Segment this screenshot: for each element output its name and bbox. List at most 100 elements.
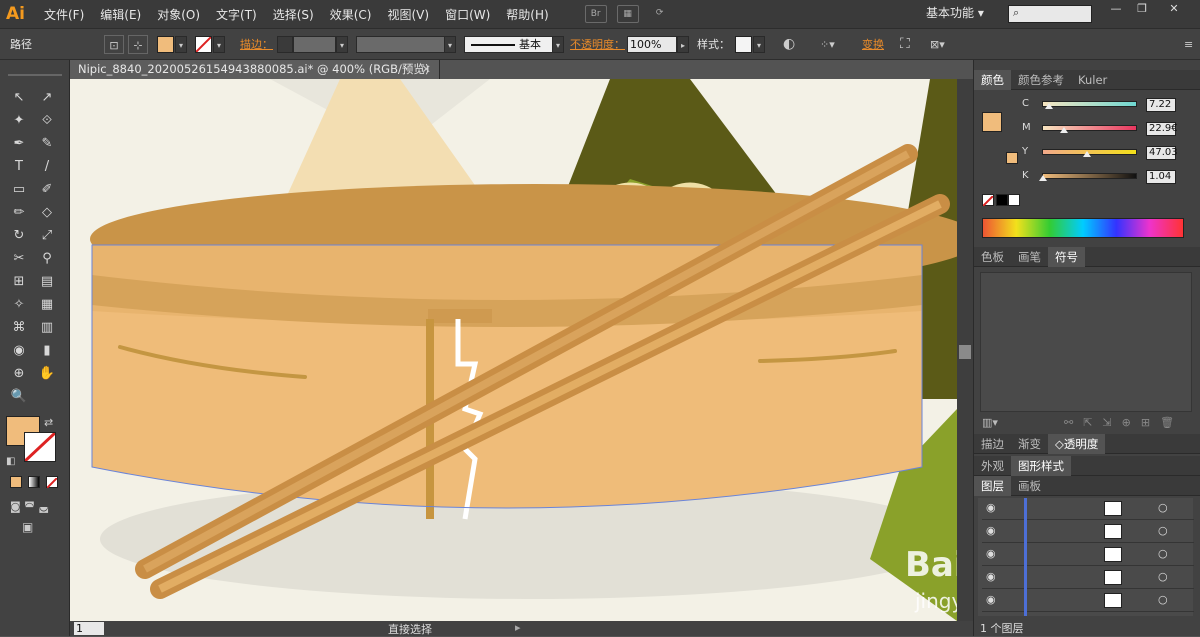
none-swatch[interactable] bbox=[982, 194, 994, 207]
tool-button[interactable]: T bbox=[8, 157, 30, 177]
transform-link[interactable]: 变换 bbox=[862, 35, 884, 54]
channel-thumb[interactable] bbox=[1038, 175, 1047, 181]
fill-dropdown-icon[interactable]: ▾ bbox=[175, 36, 187, 53]
menu-effect[interactable]: 效果(C) bbox=[322, 6, 380, 23]
eye-icon[interactable]: ◉ bbox=[986, 501, 996, 514]
menu-file[interactable]: 文件(F) bbox=[36, 6, 92, 23]
channel-value-input[interactable]: 47.03 bbox=[1146, 146, 1178, 160]
menu-type[interactable]: 文字(T) bbox=[208, 6, 265, 23]
symbol-actions-icons[interactable]: ⚯⇱⇲⊕⊞🗑 bbox=[1064, 416, 1184, 429]
brush-dropdown-icon[interactable]: ▾ bbox=[552, 36, 564, 53]
tab-symbols[interactable]: 符号 bbox=[1048, 246, 1085, 267]
tool-button[interactable]: ⤢ bbox=[36, 226, 58, 246]
stroke-dropdown-icon[interactable]: ▾ bbox=[213, 36, 225, 53]
tool-button[interactable]: ✋ bbox=[36, 364, 58, 384]
tab-artboards[interactable]: 画板 bbox=[1011, 476, 1048, 496]
channel-value-input[interactable]: 1.04 bbox=[1146, 170, 1176, 184]
tab-gradient[interactable]: 渐变 bbox=[1011, 434, 1048, 454]
tool-button[interactable]: ▦ bbox=[36, 295, 58, 315]
app-logo[interactable]: Ai bbox=[6, 2, 36, 26]
opacity-link[interactable]: 不透明度： bbox=[570, 35, 625, 54]
workspace-switcher[interactable]: 基本功能 ▾ bbox=[926, 4, 984, 21]
recolor-icon[interactable]: ◐ bbox=[783, 35, 795, 54]
eye-icon[interactable]: ◉ bbox=[986, 570, 996, 583]
tab-stroke[interactable]: 描边 bbox=[974, 434, 1011, 454]
default-colors-icon[interactable]: ◧ bbox=[6, 456, 15, 467]
color-mode-icon[interactable] bbox=[10, 476, 22, 488]
tab-transparency[interactable]: ◇透明度 bbox=[1048, 433, 1106, 454]
vertical-scrollbar[interactable] bbox=[957, 79, 973, 621]
eye-icon[interactable]: ◉ bbox=[986, 593, 996, 606]
symbols-library-icon[interactable]: ▥▾ bbox=[982, 416, 998, 429]
eye-icon[interactable]: ◉ bbox=[986, 524, 996, 537]
tool-button[interactable]: ▮ bbox=[36, 341, 58, 361]
panel-menu-icon[interactable]: ≡ bbox=[1184, 35, 1193, 54]
target-icon[interactable]: ○ bbox=[1158, 547, 1168, 560]
tab-kuler[interactable]: Kuler bbox=[1071, 70, 1114, 90]
menu-window[interactable]: 窗口(W) bbox=[437, 6, 498, 23]
eye-icon[interactable]: ◉ bbox=[986, 547, 996, 560]
tab-brushes[interactable]: 画笔 bbox=[1011, 247, 1048, 267]
fill-swatch[interactable] bbox=[157, 36, 174, 53]
isolate-icon[interactable]: ⊡ bbox=[104, 35, 124, 54]
layer-row[interactable]: ◉ ○ bbox=[982, 590, 1194, 612]
menu-object[interactable]: 对象(O) bbox=[149, 6, 208, 23]
tool-button[interactable]: ⌘ bbox=[8, 318, 30, 338]
gradient-mode-icon[interactable] bbox=[28, 476, 40, 488]
search-input[interactable]: ⌕ bbox=[1008, 5, 1092, 23]
tool-button[interactable]: ▤ bbox=[36, 272, 58, 292]
tool-button[interactable]: ✏ bbox=[8, 203, 30, 223]
restore-button[interactable]: ❐ bbox=[1132, 2, 1152, 16]
variable-width-profile[interactable] bbox=[356, 36, 456, 53]
tool-button[interactable]: ◉ bbox=[8, 341, 30, 361]
tab-graphic-styles[interactable]: 图形样式 bbox=[1011, 455, 1071, 476]
menu-view[interactable]: 视图(V) bbox=[379, 6, 437, 23]
tool-button[interactable]: ✐ bbox=[36, 180, 58, 200]
tool-button[interactable]: 🔍 bbox=[8, 387, 30, 407]
tool-button[interactable]: ▭ bbox=[8, 180, 30, 200]
symbols-list[interactable] bbox=[980, 272, 1192, 412]
tool-button[interactable]: ⊕ bbox=[8, 364, 30, 384]
graphic-style-swatch[interactable] bbox=[735, 36, 752, 53]
layer-row[interactable]: ◉ ○ bbox=[982, 544, 1194, 566]
layer-row[interactable]: ◉ ○ bbox=[982, 498, 1194, 520]
tool-button[interactable]: ✒ bbox=[8, 134, 30, 154]
channel-thumb[interactable] bbox=[1059, 127, 1068, 133]
crop-icon[interactable]: ⛶ bbox=[900, 35, 910, 54]
tool-button[interactable]: ✎ bbox=[36, 134, 58, 154]
close-window-button[interactable]: ✕ bbox=[1164, 2, 1184, 16]
stroke-weight-stepper[interactable] bbox=[277, 36, 293, 53]
sync-settings-icon[interactable]: ⟳ bbox=[649, 5, 671, 23]
close-tab-icon[interactable]: ✕ bbox=[421, 60, 431, 79]
arrange-documents-icon[interactable]: ▦ bbox=[616, 5, 639, 23]
channel-track[interactable] bbox=[1042, 125, 1137, 131]
minimize-button[interactable]: — bbox=[1106, 2, 1126, 16]
channel-track[interactable] bbox=[1042, 101, 1137, 107]
tool-button[interactable]: ✦ bbox=[8, 111, 30, 131]
tool-button[interactable]: ⊞ bbox=[8, 272, 30, 292]
channel-value-input[interactable]: 7.22 bbox=[1146, 98, 1176, 112]
tab-swatches[interactable]: 色板 bbox=[974, 247, 1011, 267]
opacity-dropdown-icon[interactable]: ▸ bbox=[677, 36, 689, 53]
layer-row[interactable]: ◉ ○ bbox=[982, 521, 1194, 543]
target-icon[interactable]: ○ bbox=[1158, 524, 1168, 537]
tool-button[interactable]: ⚲ bbox=[36, 249, 58, 269]
menu-help[interactable]: 帮助(H) bbox=[498, 6, 556, 23]
tab-color[interactable]: 颜色 bbox=[974, 69, 1011, 90]
tool-button[interactable]: ↖ bbox=[8, 88, 30, 108]
tool-button[interactable]: ↗ bbox=[36, 88, 58, 108]
channel-thumb[interactable] bbox=[1044, 103, 1053, 109]
menu-edit[interactable]: 编辑(E) bbox=[92, 6, 149, 23]
stroke-weight-dropdown-icon[interactable]: ▾ bbox=[336, 36, 348, 53]
target-icon[interactable]: ○ bbox=[1158, 501, 1168, 514]
tab-appearance[interactable]: 外观 bbox=[974, 456, 1011, 476]
color-panel-last-color[interactable] bbox=[1006, 152, 1018, 164]
tab-color-guide[interactable]: 颜色参考 bbox=[1011, 70, 1071, 90]
swap-colors-icon[interactable]: ⇄ bbox=[44, 416, 53, 429]
target-icon[interactable]: ○ bbox=[1158, 570, 1168, 583]
align-icon[interactable]: ⁘▾ bbox=[820, 35, 835, 54]
artboard-canvas[interactable]: Bai 经验 jingyan.b bbox=[70, 79, 957, 621]
scroll-thumb[interactable] bbox=[959, 345, 971, 359]
menu-select[interactable]: 选择(S) bbox=[265, 6, 322, 23]
zoom-field[interactable]: 1 bbox=[74, 622, 104, 635]
